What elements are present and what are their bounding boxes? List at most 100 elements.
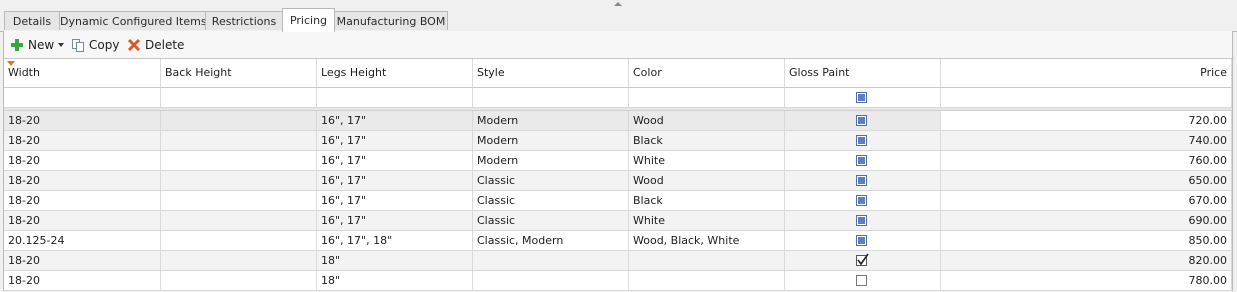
cell-width[interactable]: 20.125-24 <box>4 231 161 251</box>
cell-style[interactable]: Modern <box>473 131 629 151</box>
cell-back-height[interactable] <box>161 151 317 171</box>
column-header-price[interactable]: Price <box>941 59 1232 88</box>
cell-back-height[interactable] <box>161 111 317 131</box>
cell-gloss-paint[interactable] <box>785 191 941 211</box>
cell-gloss-paint[interactable] <box>785 171 941 191</box>
table-row[interactable]: 18-20 16", 17" Classic Black 670.00 <box>4 191 1232 211</box>
table-row[interactable]: 18-20 18" 780.00 <box>4 271 1232 291</box>
cell-back-height[interactable] <box>161 171 317 191</box>
cell-back-height[interactable] <box>161 231 317 251</box>
cell-gloss-paint[interactable] <box>785 231 941 251</box>
filter-cell-gloss-paint[interactable] <box>785 88 941 108</box>
cell-width[interactable]: 18-20 <box>4 111 161 131</box>
table-row[interactable]: 20.125-24 16", 17", 18" Classic, Modern Woo… <box>4 231 1232 251</box>
cell-color[interactable]: Wood <box>629 171 785 191</box>
cell-style[interactable]: Modern <box>473 151 629 171</box>
filter-cell-style[interactable] <box>473 88 629 108</box>
cell-width[interactable]: 18-20 <box>4 191 161 211</box>
cell-width[interactable]: 18-20 <box>4 151 161 171</box>
column-header-width[interactable]: Width <box>4 59 161 88</box>
copy-button[interactable]: Copy <box>71 36 119 54</box>
cell-price[interactable]: 740.00 <box>941 131 1232 151</box>
column-header-gloss-paint[interactable]: Gloss Paint <box>785 59 941 88</box>
cell-width[interactable]: 18-20 <box>4 271 161 291</box>
table-row[interactable]: 18-20 16", 17" Modern Wood 720.00 <box>4 111 1232 131</box>
cell-legs-height[interactable]: 16", 17" <box>317 131 473 151</box>
new-dropdown-arrow-icon[interactable] <box>58 43 65 47</box>
gloss-paint-checkbox[interactable] <box>856 155 867 166</box>
cell-legs-height[interactable]: 16", 17" <box>317 151 473 171</box>
cell-style[interactable] <box>473 251 629 271</box>
tab-dynamic-configured-items[interactable]: Dynamic Configured Items <box>59 11 207 30</box>
cell-style[interactable]: Classic <box>473 211 629 231</box>
gloss-paint-checkbox[interactable] <box>856 235 867 246</box>
cell-price[interactable]: 720.00 <box>941 111 1232 131</box>
cell-gloss-paint[interactable] <box>785 131 941 151</box>
table-row[interactable]: 18-20 16", 17" Modern White 760.00 <box>4 151 1232 171</box>
gloss-paint-checkbox[interactable] <box>856 135 867 146</box>
table-row[interactable]: 18-20 16", 17" Classic Wood 650.00 <box>4 171 1232 191</box>
filter-cell-back-height[interactable] <box>161 88 317 108</box>
cell-back-height[interactable] <box>161 251 317 271</box>
cell-gloss-paint[interactable] <box>785 111 941 131</box>
cell-style[interactable]: Classic, Modern <box>473 231 629 251</box>
cell-legs-height[interactable]: 16", 17", 18" <box>317 231 473 251</box>
tab-restrictions[interactable]: Restrictions <box>205 11 283 30</box>
cell-width[interactable]: 18-20 <box>4 131 161 151</box>
collapse-panel-arrow-icon[interactable] <box>614 2 622 6</box>
cell-color[interactable]: Black <box>629 191 785 211</box>
cell-width[interactable]: 18-20 <box>4 211 161 231</box>
cell-color[interactable]: White <box>629 211 785 231</box>
column-header-back-height[interactable]: Back Height <box>161 59 317 88</box>
cell-price[interactable]: 650.00 <box>941 171 1232 191</box>
filter-cell-legs-height[interactable] <box>317 88 473 108</box>
tab-details[interactable]: Details <box>4 11 60 30</box>
cell-back-height[interactable] <box>161 211 317 231</box>
table-row[interactable]: 18-20 18" 820.00 <box>4 251 1232 271</box>
cell-width[interactable]: 18-20 <box>4 251 161 271</box>
cell-color[interactable] <box>629 271 785 291</box>
cell-price[interactable]: 760.00 <box>941 151 1232 171</box>
cell-color[interactable]: Black <box>629 131 785 151</box>
cell-gloss-paint[interactable] <box>785 151 941 171</box>
column-header-style[interactable]: Style <box>473 59 629 88</box>
cell-gloss-paint[interactable] <box>785 211 941 231</box>
delete-button[interactable]: Delete <box>127 36 184 54</box>
filter-cell-color[interactable] <box>629 88 785 108</box>
cell-color[interactable]: White <box>629 151 785 171</box>
gloss-paint-checkbox[interactable] <box>856 253 869 266</box>
gloss-paint-checkbox[interactable] <box>856 215 867 226</box>
cell-price[interactable]: 670.00 <box>941 191 1232 211</box>
cell-legs-height[interactable]: 18" <box>317 251 473 271</box>
filter-gloss-checkbox[interactable] <box>856 92 867 103</box>
cell-color[interactable]: Wood <box>629 111 785 131</box>
column-header-legs-height[interactable]: Legs Height <box>317 59 473 88</box>
cell-style[interactable]: Modern <box>473 111 629 131</box>
cell-price[interactable]: 690.00 <box>941 211 1232 231</box>
table-row[interactable]: 18-20 16", 17" Modern Black 740.00 <box>4 131 1232 151</box>
cell-price[interactable]: 820.00 <box>941 251 1232 271</box>
gloss-paint-checkbox[interactable] <box>856 175 867 186</box>
cell-style[interactable] <box>473 271 629 291</box>
cell-style[interactable]: Classic <box>473 171 629 191</box>
new-button[interactable]: New <box>10 36 65 54</box>
tab-manufacturing-bom[interactable]: Manufacturing BOM <box>334 11 448 30</box>
cell-color[interactable] <box>629 251 785 271</box>
cell-back-height[interactable] <box>161 191 317 211</box>
cell-style[interactable]: Classic <box>473 191 629 211</box>
cell-color[interactable]: Wood, Black, White <box>629 231 785 251</box>
cell-legs-height[interactable]: 16", 17" <box>317 211 473 231</box>
tab-pricing[interactable]: Pricing <box>282 8 335 32</box>
filter-cell-price[interactable] <box>941 88 1232 108</box>
cell-legs-height[interactable]: 16", 17" <box>317 171 473 191</box>
cell-legs-height[interactable]: 16", 17" <box>317 111 473 131</box>
cell-width[interactable]: 18-20 <box>4 171 161 191</box>
cell-back-height[interactable] <box>161 271 317 291</box>
cell-gloss-paint[interactable] <box>785 251 941 271</box>
table-row[interactable]: 18-20 16", 17" Classic White 690.00 <box>4 211 1232 231</box>
cell-legs-height[interactable]: 18" <box>317 271 473 291</box>
cell-price[interactable]: 780.00 <box>941 271 1232 291</box>
filter-cell-width[interactable] <box>4 88 161 108</box>
column-header-color[interactable]: Color <box>629 59 785 88</box>
cell-back-height[interactable] <box>161 131 317 151</box>
